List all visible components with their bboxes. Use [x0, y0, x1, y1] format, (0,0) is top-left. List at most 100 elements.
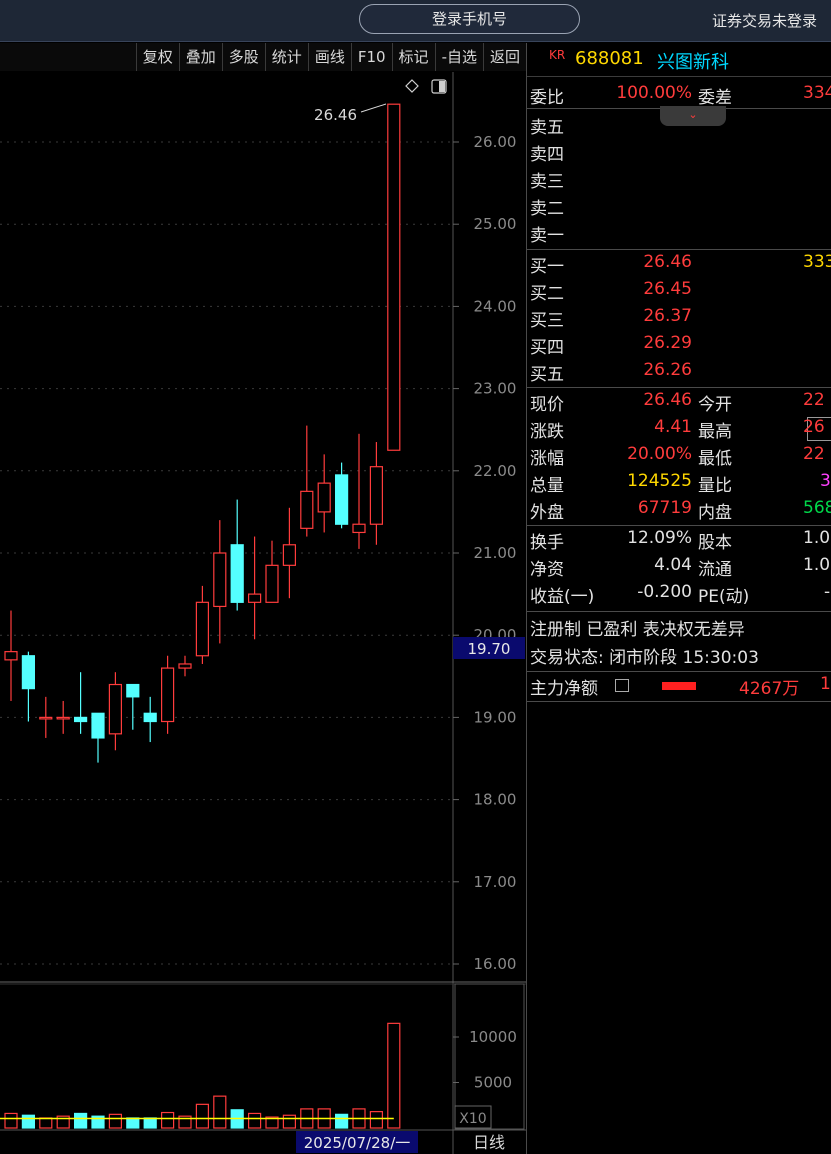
candle-body — [387, 103, 401, 451]
candle-body — [4, 651, 18, 661]
top-bar: 登录手机号 证券交易未登录 — [0, 0, 831, 42]
volume-bar — [21, 1114, 35, 1129]
toolbar-restore-rights[interactable]: 复权 — [135, 43, 179, 71]
price-tick-label: 17.00 — [474, 873, 517, 891]
buy-4-label: 买四 — [530, 338, 564, 358]
outer-volume-label: 外盘 — [530, 503, 564, 523]
volume-bar — [39, 1117, 53, 1129]
high-label: 最高 — [698, 422, 732, 442]
quote-row-pct: 涨幅 20.00% 最低 22 — [527, 442, 831, 469]
candle-body — [143, 712, 157, 723]
weicha-label: 委差 — [698, 88, 732, 108]
quote-row-price: 现价 26.46 今开 22 — [527, 388, 831, 415]
kline-svg[interactable]: 26.0025.0024.0023.0022.0021.0020.0019.00… — [0, 72, 526, 1154]
volume-bar — [213, 1095, 227, 1129]
mainflow-extra: 1 — [820, 674, 831, 694]
candle-body — [108, 683, 123, 735]
candle-body — [21, 655, 35, 690]
total-volume-label: 总量 — [530, 476, 564, 496]
stock-code[interactable]: 688081 — [575, 48, 644, 69]
sell-3-label: 卖三 — [530, 172, 564, 192]
volume-bar — [161, 1111, 175, 1129]
fund-row-eps: 收益(一) -0.200 PE(动) - — [527, 580, 831, 607]
weicha-value: 334 — [803, 83, 831, 103]
toolbar-mark[interactable]: 标记 — [391, 43, 435, 71]
mainflow-value: 4267万 — [739, 679, 800, 699]
inner-volume-value: 568 — [803, 498, 831, 518]
price-tick-label: 18.00 — [474, 791, 517, 809]
mainflow-row[interactable]: 主力净额 4267万 1 — [527, 672, 831, 699]
weibi-value: 100.00% — [616, 83, 692, 103]
change-pct-value: 20.00% — [627, 444, 692, 464]
stock-name[interactable]: 兴图新科 — [657, 48, 729, 74]
candle-body — [282, 544, 296, 566]
share-capital-label: 股本 — [698, 533, 732, 553]
toolbar-overlay[interactable]: 叠加 — [178, 43, 222, 71]
buy-row-5: 买五 26.26 — [527, 358, 831, 385]
candles — [4, 103, 401, 763]
candle-body — [300, 490, 314, 529]
volume-axis: 10000 5000 — [453, 1028, 517, 1092]
volume-ratio-label: 量比 — [698, 476, 732, 496]
toolbar-remove-watchlist[interactable]: -自选 — [434, 43, 483, 71]
candle-body — [39, 716, 53, 720]
candle-body — [352, 523, 366, 534]
low-value: 22 — [803, 444, 825, 464]
low-label: 最低 — [698, 449, 732, 469]
period-label[interactable]: 日线 — [473, 1133, 505, 1152]
volume-bar — [126, 1117, 140, 1129]
toolbar-draw-line[interactable]: 画线 — [307, 43, 351, 71]
volume-unit-label: X10 — [459, 1111, 486, 1127]
turnover-label: 换手 — [530, 533, 564, 553]
broker-login-status[interactable]: 证券交易未登录 — [712, 10, 817, 31]
price-tick-label: 16.00 — [474, 955, 517, 973]
price-tick-label: 21.00 — [474, 544, 517, 562]
buy-5-price: 26.26 — [643, 360, 692, 380]
buy-3-label: 买三 — [530, 311, 564, 331]
price-tick-label: 22.00 — [474, 462, 517, 480]
inner-volume-label: 内盘 — [698, 503, 732, 523]
stock-header: KR 688081 兴图新科 — [527, 43, 831, 77]
net-asset-label: 净资 — [530, 560, 564, 580]
sell-row-5: 卖五 — [527, 111, 831, 138]
candle-body — [56, 716, 70, 720]
quote-panel: KR 688081 兴图新科 委比 100.00% 委差 334 ⌄ 卖五 卖四… — [526, 43, 831, 1154]
volume-bar — [143, 1117, 157, 1129]
eps-value: -0.200 — [637, 582, 692, 602]
weibi-label: 委比 — [530, 88, 564, 108]
outer-volume-value: 67719 — [637, 498, 692, 518]
float-label: 流通 — [698, 560, 732, 580]
toolbar-statistics[interactable]: 统计 — [264, 43, 308, 71]
toolbar-multi-stock[interactable]: 多股 — [221, 43, 265, 71]
diamond-icon[interactable] — [405, 79, 419, 93]
candle-body — [230, 544, 244, 603]
trade-status-row: 交易状态: 闭市阶段 15:30:03 — [527, 641, 831, 668]
toolbar-f10[interactable]: F10 — [350, 43, 392, 71]
volume-tick-label: 5000 — [474, 1074, 512, 1092]
candle-body — [161, 667, 175, 723]
quote-row-outer-inner: 外盘 67719 内盘 568 — [527, 496, 831, 523]
volume-bar — [108, 1113, 123, 1129]
open-value: 22 — [803, 390, 825, 410]
buy-4-price: 26.29 — [643, 333, 692, 353]
volume-bar — [387, 1022, 401, 1129]
volume-tick-label: 10000 — [469, 1028, 517, 1046]
list-icon[interactable] — [615, 679, 629, 692]
sell-2-label: 卖二 — [530, 199, 564, 219]
trade-status: 交易状态: 闭市阶段 15:30:03 — [530, 648, 759, 668]
volume-bar — [195, 1103, 209, 1129]
buy-1-label: 买一 — [530, 257, 564, 277]
kline-chart[interactable]: 26.00 25.00 24.00 23.00 22.00 21.00 20.00 19.00… — [0, 72, 526, 1154]
buy-row-2: 买二 26.45 — [527, 277, 831, 304]
candle-body — [73, 716, 88, 723]
buy-row-4: 买四 26.29 — [527, 331, 831, 358]
login-phone-button[interactable]: 登录手机号 — [359, 4, 580, 34]
toolbar-back[interactable]: 返回 — [482, 43, 526, 71]
total-volume-value: 124525 — [627, 471, 692, 491]
divider — [527, 611, 831, 612]
kr-badge: KR — [549, 48, 566, 62]
volume-ratio-value: 3 — [820, 471, 831, 491]
fund-row-netasset: 净资 4.04 流通 1.0 — [527, 553, 831, 580]
sell-row-2: 卖二 — [527, 192, 831, 219]
buy-row-1: 买一 26.46 333 — [527, 250, 831, 277]
